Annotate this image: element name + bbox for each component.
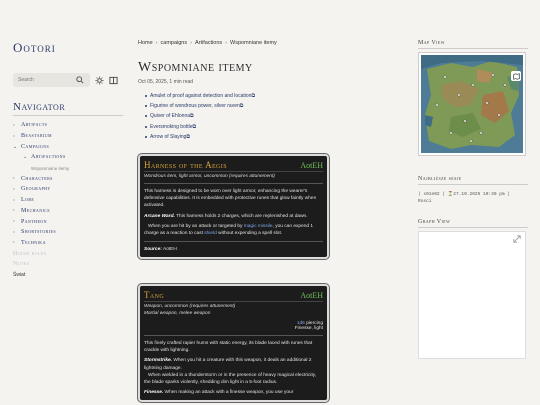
left-sidebar: Ootori Navigator ›Artifacts ›Beastarium … [13,40,123,280]
list-item[interactable]: Amulet of proof against detection and lo… [145,93,330,103]
map-view[interactable] [418,52,526,156]
nav-item-artifacts[interactable]: › Artifacts [13,120,123,131]
divider [144,335,323,336]
item-feature-detail: When wielded in a thunderstorm or in the… [144,372,317,386]
nav-item-pantheon[interactable]: › Pantheon [13,216,123,227]
external-link-icon: ⧉ [186,133,190,140]
page-title: Wspomniane itemy [138,60,253,75]
item-source: AotEH [300,291,323,300]
item-description: This harness is designed to be worn over… [144,189,317,209]
item-source: AotEH [300,161,323,170]
breadcrumb-home[interactable]: Home [138,40,153,46]
navigator-list: › Artifacts › Beastarium ⌄ Campaigns ⌄ Artif… [13,120,123,280]
search-input[interactable] [18,77,73,83]
item-description: This finely crafted rapier hums with sta… [144,341,313,354]
world-map-image[interactable] [421,55,523,153]
item-link-list: Amulet of proof against detection and lo… [145,93,330,144]
right-sidebar: Map View Najbliższe sesje | s01e02 | ⏳27… [418,40,528,359]
site-title[interactable]: Ootori [13,40,123,56]
external-link-icon: ⧉ [192,123,197,130]
card-header: Harness of the Aegis AotEH [144,160,323,172]
spell-link[interactable]: shield [204,231,217,236]
external-link-icon: ⧉ [239,103,244,110]
item-card-tang: Tang AotEH Weapon, uncommon (requires at… [137,282,330,404]
graph-view-title: Graph View [418,219,528,228]
breadcrumb-artifactions[interactable]: Artifactions [195,40,222,46]
nav-item-beastarium[interactable]: › Beastarium [13,131,123,142]
reader-mode-icon[interactable] [108,75,118,85]
main-content: Home › campaigns › Artifactions › Wspomniane i… [137,40,330,404]
list-item[interactable]: Figurine of wondrous power, silver raven… [145,103,330,113]
item-properties: Finesse, light [294,326,323,331]
breadcrumb: Home › campaigns › Artifactions › Wspomniane i… [138,40,277,46]
nav-item-lore[interactable]: › Lore [13,195,123,206]
spell-link[interactable]: magic missile [244,224,273,229]
item-feature: Stormstrike. When you hit a creature wit… [144,358,312,371]
list-item[interactable]: Arrow of Slaying⧉ [145,133,330,144]
chevron-down-icon[interactable]: ⌄ [13,144,18,150]
chevron-down-icon[interactable]: ⌄ [23,154,28,160]
upcoming-sessions-info: | s01e02 | ⏳27.10.2025 10:30 pm | Rosci [418,192,511,204]
graph-view[interactable] [418,231,526,359]
nav-item-mechanics[interactable]: › Mechanics [13,206,123,217]
item-property-note: Finesse. When making an attack with a fi… [144,390,294,396]
item-feature-detail: When you are hit by an attack or targete… [144,223,314,237]
chevron-right-icon[interactable]: › [13,176,18,181]
external-link-icon: ⧉ [251,93,256,99]
divider [144,183,323,184]
nav-item-notes[interactable]: Notes [13,259,123,270]
map-icon [512,72,520,80]
item-type: Weapon, uncommon (requires attunement) [144,304,236,309]
item-type: Wondrous item, light armor, uncommon (re… [144,174,275,179]
search-row [13,73,123,87]
nav-item-campaigns[interactable]: ⌄ Campaigns [13,141,123,152]
item-feature: Arcane Ward. This harness holds 2 charge… [144,213,308,219]
theme-toggle-icon[interactable] [94,75,104,85]
nav-item-artifactions[interactable]: ⌄ Artifactions [13,152,123,163]
navigator-title: Navigator [13,101,123,116]
nav-item-swiat[interactable]: Świat [13,270,123,281]
card-header: Tang AotEH [144,290,323,302]
nav-item-shortstories[interactable]: › Shortstories [13,227,123,238]
list-item[interactable]: Eversmoking bottle⧉ [145,123,330,134]
chevron-right-icon[interactable]: › [13,219,18,224]
item-name: Harness of the Aegis [144,160,227,170]
divider [144,241,323,243]
breadcrumb-current: Wspomniane itemy [230,40,277,46]
nav-item-geography[interactable]: › Geography [13,184,123,195]
list-item[interactable]: Quiver of Ehlonna⧉ [145,113,330,123]
nav-item-technika[interactable]: › Technika [13,238,123,249]
breadcrumb-campaigns[interactable]: campaigns [161,40,188,46]
chevron-right-icon[interactable]: › [13,208,18,213]
nav-item-house-rules[interactable]: House rules [13,248,123,259]
chevron-right-icon[interactable]: › [13,240,18,245]
search-icon[interactable] [75,75,85,85]
item-source-line: Source: AotEH [144,247,177,253]
item-card-harness: Harness of the Aegis AotEH Wondrous item… [137,152,330,261]
expand-graph-icon[interactable] [513,235,521,243]
nav-item-characters[interactable]: › Characters [13,173,123,184]
search-box[interactable] [13,73,90,87]
item-subtype: Martial weapon, melee weapon [144,311,211,316]
map-expand-button[interactable] [511,71,521,81]
chevron-right-icon[interactable]: › [13,123,18,128]
upcoming-sessions-title: Najbliższe sesje [418,176,528,185]
external-link-icon: ⧉ [190,113,194,120]
item-name: Tang [144,290,165,300]
chevron-right-icon[interactable]: › [13,230,18,235]
chevron-right-icon[interactable]: › [13,134,18,139]
page-meta: Oct 05, 2025, 1 min read [138,79,194,85]
chevron-right-icon[interactable]: › [13,198,18,203]
map-view-title: Map View [418,40,528,49]
chevron-right-icon[interactable]: › [13,187,18,192]
nav-item-wspomniane-itemy[interactable]: Wspomniane itemy [13,163,123,174]
